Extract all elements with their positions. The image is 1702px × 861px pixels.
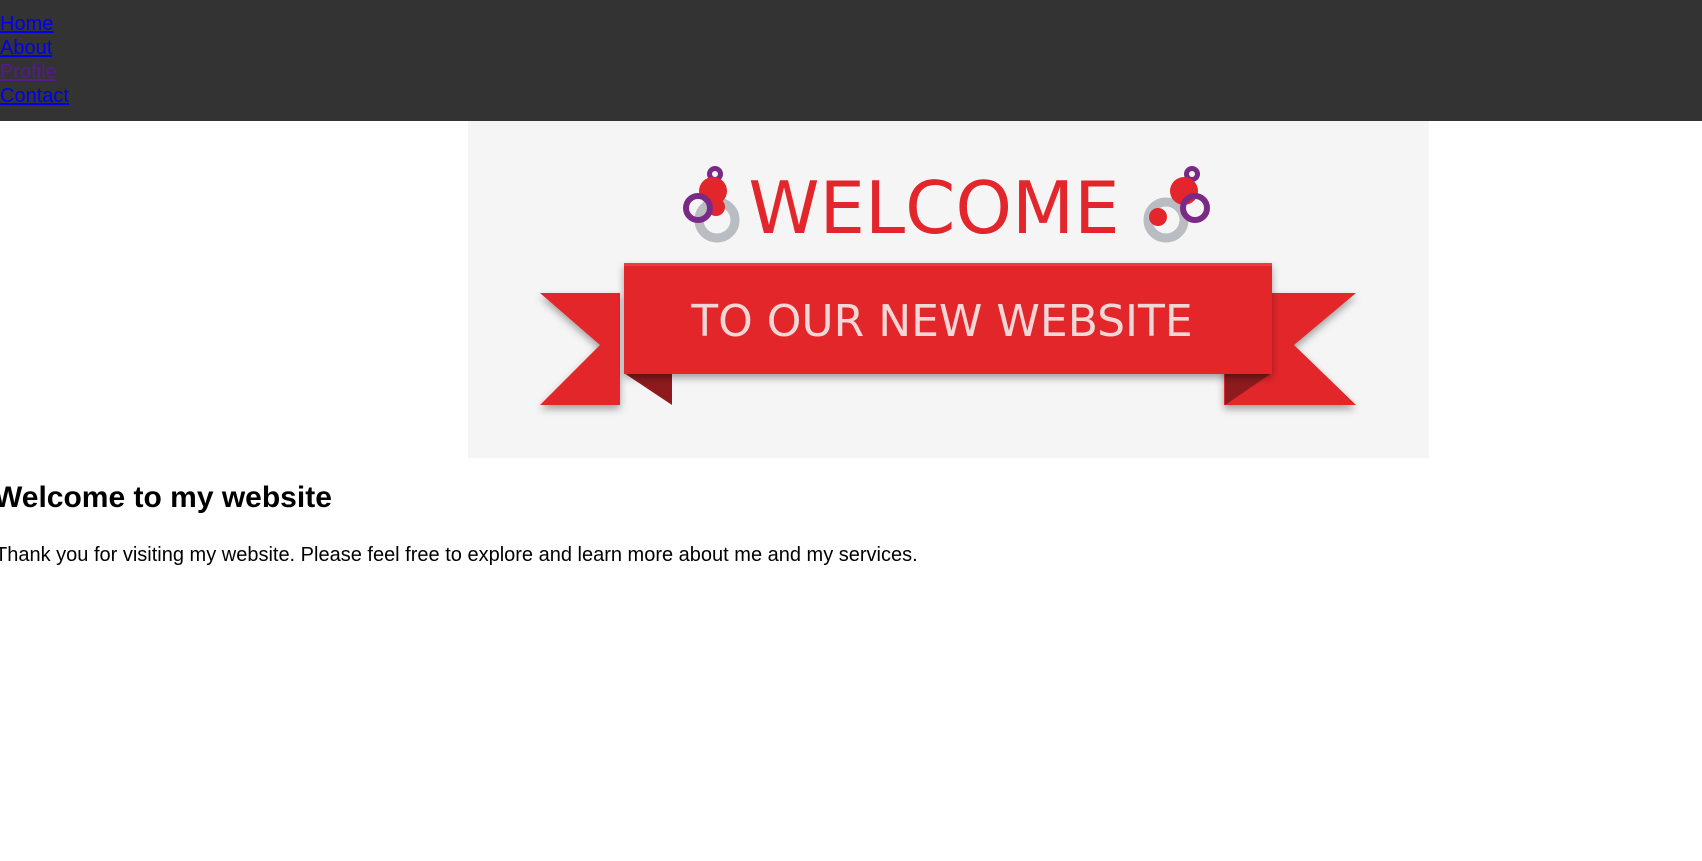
nav-link-about[interactable]: About <box>0 37 52 59</box>
nav-item-home: Home <box>0 12 1702 36</box>
banner-headline: WELCOME <box>748 166 1119 250</box>
decorative-circles-left-icon <box>683 166 740 243</box>
nav-list: Home About Profile Contact <box>0 0 1702 108</box>
welcome-banner-image: WELCOME TO OUR NEW WEBSITE <box>468 121 1429 458</box>
banner-ribbon-text: TO OUR NEW WEBSITE <box>690 296 1192 347</box>
navbar: Home About Profile Contact <box>0 0 1702 121</box>
nav-item-profile: Profile <box>0 60 1702 84</box>
page-heading: Welcome to my website <box>0 481 332 514</box>
nav-item-contact: Contact <box>0 84 1702 108</box>
nav-item-about: About <box>0 36 1702 60</box>
nav-link-home[interactable]: Home <box>0 13 53 35</box>
nav-link-profile[interactable]: Profile <box>0 61 57 83</box>
nav-link-contact[interactable]: Contact <box>0 85 69 107</box>
welcome-banner-graphic: WELCOME TO OUR NEW WEBSITE <box>540 166 1356 405</box>
page-intro-text: Thank you for visiting my website. Pleas… <box>0 544 918 566</box>
decorative-circles-right-icon <box>1143 166 1210 243</box>
